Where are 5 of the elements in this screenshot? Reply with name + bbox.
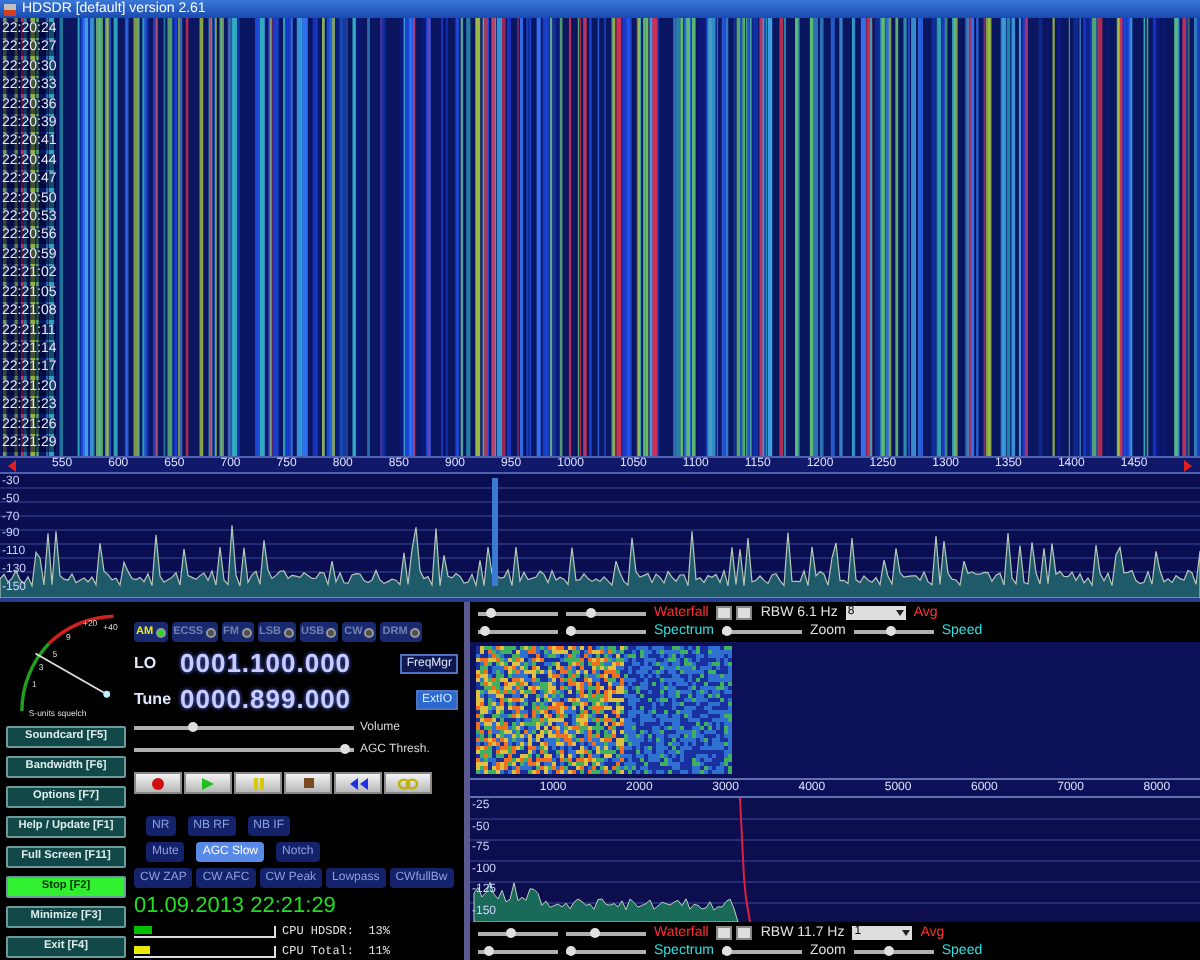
frequency-display[interactable]: 0001.100.000 xyxy=(180,648,352,678)
frequency-display[interactable]: 0000.899.000 xyxy=(180,684,352,714)
lo-label: LO xyxy=(134,654,159,672)
tune-label: Tune xyxy=(134,690,174,708)
date-time: 01.09.2013 22:21:29 xyxy=(134,894,336,918)
